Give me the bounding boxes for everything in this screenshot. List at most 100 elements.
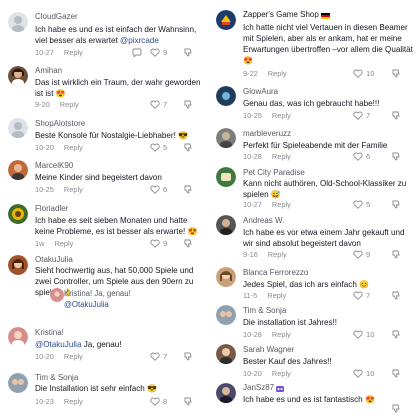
dislike-icon[interactable] — [391, 290, 401, 300]
comment-item: MarcelK90 Meine Kinder sind begeistert d… — [0, 158, 208, 198]
comment-username[interactable]: Floriadler — [35, 204, 68, 214]
dislike-icon[interactable] — [391, 110, 401, 120]
avatar[interactable] — [216, 267, 236, 287]
comment-username[interactable]: GlowAura — [243, 87, 278, 97]
comment-date: 9-22 — [243, 69, 258, 78]
reply-button[interactable]: Reply — [64, 48, 83, 57]
heart-icon[interactable] — [353, 369, 363, 378]
dislike-icon[interactable] — [183, 351, 193, 361]
comment-username[interactable]: MarcelK90 — [35, 161, 73, 171]
heart-icon[interactable] — [150, 352, 160, 361]
avatar[interactable] — [216, 10, 236, 30]
comment-username[interactable]: Blanca Ferrorezzo — [243, 268, 308, 278]
dislike-icon[interactable] — [391, 249, 401, 259]
reply-button[interactable]: Reply — [60, 100, 79, 109]
reply-button[interactable]: Reply — [54, 239, 73, 248]
reply-button[interactable]: Reply — [64, 143, 83, 152]
avatar[interactable] — [216, 305, 236, 325]
heart-icon[interactable] — [150, 397, 160, 406]
dislike-icon[interactable] — [391, 329, 401, 339]
dislike-icon[interactable] — [183, 47, 193, 57]
reply-button[interactable]: Reply — [64, 397, 83, 406]
reply-button[interactable]: Reply — [268, 69, 287, 78]
right-comment-column: Zapper's Game Shop Ich hatte nicht viel … — [208, 0, 416, 416]
dislike-icon[interactable] — [391, 199, 401, 209]
comment-username[interactable]: Tim & Sonja — [243, 306, 286, 316]
comment-username[interactable]: Pet City Paradise — [243, 168, 305, 178]
reply-preview-text[interactable]: Kristina! Ja, genau! — [64, 289, 131, 299]
heart-icon[interactable] — [353, 250, 363, 259]
comment-username[interactable]: Kristina! — [35, 328, 64, 338]
heart-icon[interactable] — [150, 239, 160, 248]
comment-username[interactable]: Zapper's Game Shop — [243, 10, 330, 20]
comment-username[interactable]: JanSz87 — [243, 383, 285, 393]
comment-username[interactable]: Andreas W. — [243, 216, 284, 226]
avatar[interactable] — [8, 255, 28, 275]
avatar[interactable] — [8, 12, 28, 32]
dislike-icon[interactable] — [391, 68, 401, 78]
comment-date: 10-25 — [35, 185, 54, 194]
avatar[interactable] — [216, 383, 236, 403]
dislike-icon[interactable] — [183, 142, 193, 152]
reply-button[interactable]: Reply — [272, 111, 291, 120]
heart-icon[interactable] — [150, 48, 160, 57]
comment-meta: 10-27 Reply — [243, 200, 291, 209]
dislike-icon[interactable] — [391, 403, 401, 413]
dislike-icon[interactable] — [391, 368, 401, 378]
comment-meta: 9-22 Reply — [243, 69, 287, 78]
comment-username[interactable]: Tim & Sonja — [35, 373, 78, 383]
reply-button[interactable]: Reply — [272, 152, 291, 161]
heart-icon[interactable] — [150, 143, 160, 152]
avatar[interactable] — [216, 128, 236, 148]
reply-button[interactable]: Reply — [272, 200, 291, 209]
avatar[interactable] — [216, 344, 236, 364]
reply-avatar[interactable] — [50, 288, 64, 302]
heart-icon[interactable] — [353, 152, 363, 161]
mention-link[interactable]: @pixrcade — [120, 36, 159, 45]
comment-item: Amihan Das ist wirklich ein Traum, der w… — [0, 64, 208, 110]
reply-button[interactable]: Reply — [267, 291, 286, 300]
mention-link[interactable]: @OtakuJulia — [35, 340, 81, 349]
heart-icon[interactable] — [353, 291, 363, 300]
comment-meta: 10-23 Reply — [35, 397, 83, 406]
like-count: 6 — [366, 152, 371, 161]
avatar[interactable] — [216, 215, 236, 235]
comment-username[interactable]: CloudGazer — [35, 12, 78, 22]
dislike-icon[interactable] — [391, 151, 401, 161]
like-count: 9 — [163, 48, 168, 57]
comment-username[interactable]: ShopAlotstore — [35, 119, 85, 129]
comment-item: Andreas W. Ich habe es vor etwa einem Ja… — [208, 213, 416, 263]
reply-button[interactable]: Reply — [272, 369, 291, 378]
avatar[interactable] — [8, 160, 28, 180]
avatar[interactable] — [8, 204, 28, 224]
reply-icon[interactable] — [132, 48, 142, 57]
avatar[interactable] — [216, 86, 236, 106]
like-count: 5 — [163, 143, 168, 152]
dislike-icon[interactable] — [183, 184, 193, 194]
reply-button[interactable]: Reply — [268, 250, 287, 259]
reply-button[interactable]: Reply — [272, 330, 291, 339]
dislike-icon[interactable] — [183, 396, 193, 406]
avatar[interactable] — [8, 118, 28, 138]
reply-button[interactable]: Reply — [64, 185, 83, 194]
avatar[interactable] — [216, 167, 236, 187]
heart-icon[interactable] — [353, 111, 363, 120]
dislike-icon[interactable] — [183, 99, 193, 109]
comment-meta: 1w Reply — [35, 239, 73, 248]
comment-username[interactable]: Sarah Wagner — [243, 345, 294, 355]
comment-username[interactable]: marbleveruzz — [243, 129, 291, 139]
dislike-icon[interactable] — [183, 238, 193, 248]
avatar[interactable] — [8, 373, 28, 393]
avatar[interactable] — [8, 66, 28, 86]
reply-preview-mention[interactable]: @OtakuJulia — [64, 300, 109, 310]
heart-icon[interactable] — [150, 100, 160, 109]
comment-username[interactable]: Amihan — [35, 66, 62, 76]
heart-icon[interactable] — [150, 185, 160, 194]
comment-username[interactable]: OtakuJulia — [35, 255, 73, 265]
heart-icon[interactable] — [353, 69, 363, 78]
heart-icon[interactable] — [353, 200, 363, 209]
comment-meta: 10-28 Reply — [243, 330, 291, 339]
avatar[interactable] — [8, 327, 28, 347]
heart-icon[interactable] — [353, 330, 363, 339]
reply-button[interactable]: Reply — [64, 352, 83, 361]
